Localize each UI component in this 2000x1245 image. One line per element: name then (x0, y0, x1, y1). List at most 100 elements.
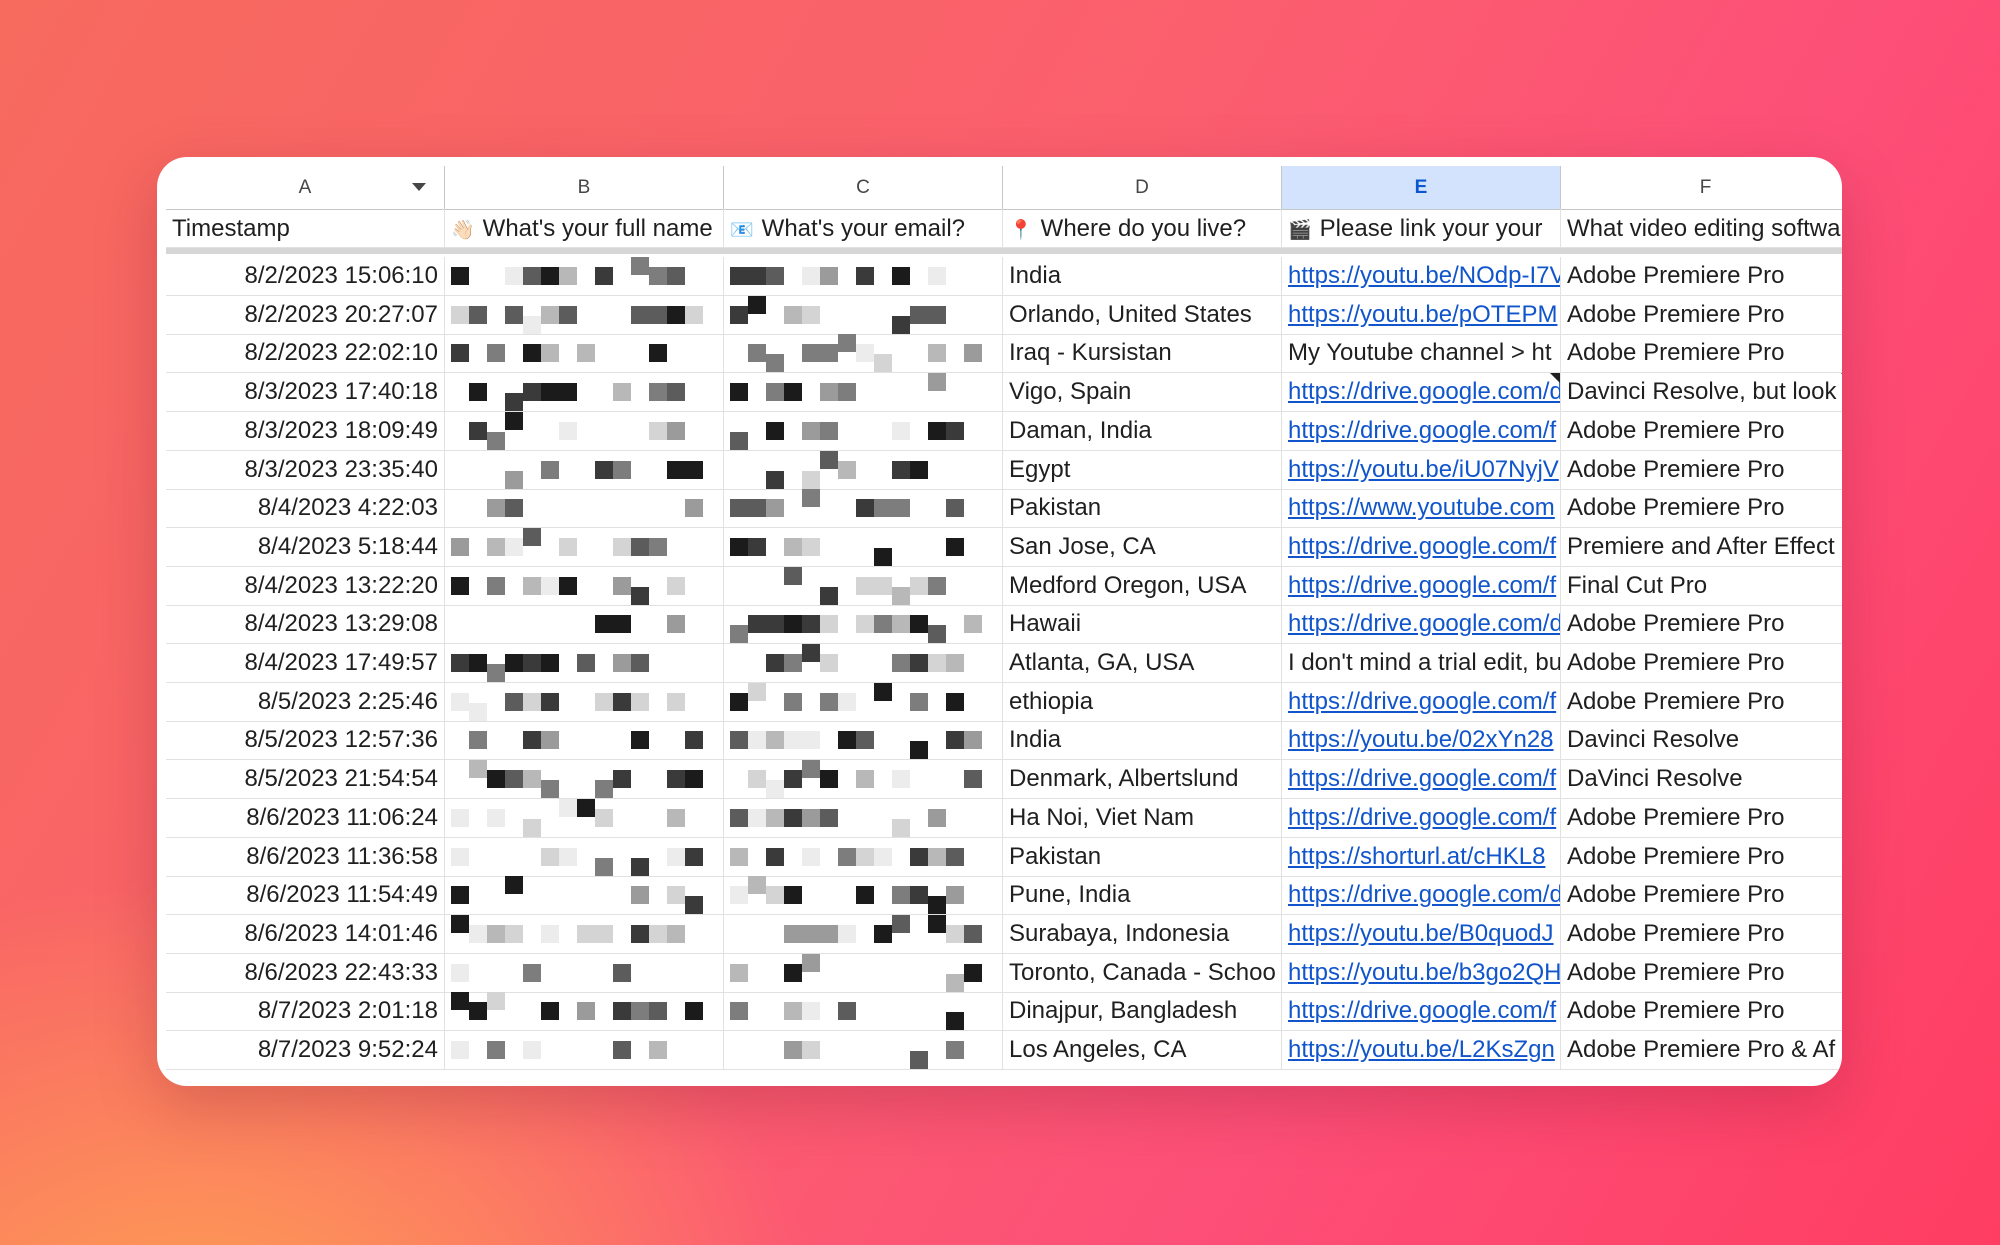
email-cell-redacted[interactable] (724, 527, 1003, 567)
video-link[interactable]: https://youtu.be/B0quodJ (1282, 914, 1561, 954)
header-cell-b[interactable]: 👋🏻 What's your full name (445, 209, 724, 248)
video-link[interactable]: https://youtu.be/b3go2QH (1282, 953, 1561, 993)
email-cell-redacted[interactable] (724, 257, 1003, 296)
location-cell[interactable]: Pune, India (1003, 876, 1282, 916)
email-cell-redacted[interactable] (724, 721, 1003, 761)
video-link[interactable]: https://drive.google.com/d (1282, 605, 1561, 645)
email-cell-redacted[interactable] (724, 605, 1003, 645)
location-cell[interactable]: Hawaii (1003, 605, 1282, 645)
location-cell[interactable]: Daman, India (1003, 411, 1282, 451)
name-cell-redacted[interactable] (445, 373, 724, 413)
filter-dropdown-icon[interactable] (412, 183, 426, 191)
location-cell[interactable]: Pakistan (1003, 489, 1282, 529)
email-cell-redacted[interactable] (724, 1031, 1003, 1070)
name-cell-redacted[interactable] (445, 760, 724, 800)
location-cell[interactable]: India (1003, 257, 1282, 296)
software-cell[interactable]: Adobe Premiere Pro (1561, 257, 1842, 296)
timestamp-cell[interactable]: 8/4/2023 17:49:57 (166, 644, 445, 683)
location-cell[interactable]: Ha Noi, Viet Nam (1003, 798, 1282, 838)
name-cell-redacted[interactable] (445, 411, 724, 451)
header-cell-a[interactable]: Timestamp (166, 209, 445, 248)
name-cell-redacted[interactable] (445, 914, 724, 954)
timestamp-cell[interactable]: 8/2/2023 22:02:10 (166, 334, 445, 374)
frozen-row-divider[interactable] (166, 248, 1842, 254)
software-cell[interactable]: Adobe Premiere Pro & Af (1561, 1031, 1842, 1070)
location-cell[interactable]: Orlando, United States (1003, 295, 1282, 335)
timestamp-cell[interactable]: 8/6/2023 11:54:49 (166, 876, 445, 916)
timestamp-cell[interactable]: 8/4/2023 4:22:03 (166, 489, 445, 529)
column-letter-a[interactable]: A (166, 166, 445, 209)
video-link[interactable]: https://drive.google.com/f (1282, 682, 1561, 722)
column-letter-e[interactable]: E (1282, 166, 1561, 209)
video-link[interactable]: https://www.youtube.com (1282, 489, 1561, 529)
email-cell-redacted[interactable] (724, 760, 1003, 800)
timestamp-cell[interactable]: 8/4/2023 5:18:44 (166, 527, 445, 567)
email-cell-redacted[interactable] (724, 914, 1003, 954)
timestamp-cell[interactable]: 8/6/2023 11:06:24 (166, 798, 445, 838)
video-link[interactable]: https://youtu.be/iU07NyjV (1282, 450, 1561, 490)
location-cell[interactable]: Egypt (1003, 450, 1282, 490)
location-cell[interactable]: India (1003, 721, 1282, 761)
software-cell[interactable]: Premiere and After Effect (1561, 528, 1842, 567)
email-cell-redacted[interactable] (724, 373, 1003, 413)
timestamp-cell[interactable]: 8/3/2023 23:35:40 (166, 450, 445, 490)
location-cell[interactable]: Toronto, Canada - Schoo (1003, 953, 1282, 993)
name-cell-redacted[interactable] (445, 682, 724, 722)
email-cell-redacted[interactable] (724, 992, 1003, 1032)
video-link[interactable]: https://shorturl.at/cHKL8 (1282, 837, 1561, 877)
email-cell-redacted[interactable] (724, 953, 1003, 993)
email-cell-redacted[interactable] (724, 682, 1003, 722)
name-cell-redacted[interactable] (445, 876, 724, 916)
software-cell[interactable]: DaVinci Resolve (1561, 760, 1842, 800)
software-cell[interactable]: Davinci Resolve (1561, 721, 1842, 761)
name-cell-redacted[interactable] (445, 450, 724, 490)
name-cell-redacted[interactable] (445, 1031, 724, 1070)
video-link[interactable]: https://drive.google.com/f (1282, 992, 1561, 1032)
software-cell[interactable]: Adobe Premiere Pro (1561, 799, 1842, 838)
email-cell-redacted[interactable] (724, 837, 1003, 877)
comment-indicator-icon[interactable] (1550, 373, 1560, 384)
video-link[interactable]: https://drive.google.com/f (1282, 411, 1561, 451)
video-link[interactable]: https://drive.google.com/f (1282, 798, 1561, 838)
column-letter-b[interactable]: B (445, 166, 724, 209)
location-cell[interactable]: Pakistan (1003, 837, 1282, 877)
location-cell[interactable]: Los Angeles, CA (1003, 1031, 1282, 1070)
software-cell[interactable]: Adobe Premiere Pro (1561, 451, 1842, 490)
video-link[interactable]: https://drive.google.com/f (1282, 566, 1561, 606)
name-cell-redacted[interactable] (445, 566, 724, 606)
video-link[interactable]: https://youtu.be/02xYn28 (1282, 721, 1561, 761)
portfolio-text-cell[interactable]: My Youtube channel > ht (1282, 334, 1561, 374)
location-cell[interactable]: Atlanta, GA, USA (1003, 644, 1282, 683)
video-link[interactable]: https://youtu.be/NOdp-I7V (1282, 257, 1561, 296)
timestamp-cell[interactable]: 8/3/2023 18:09:49 (166, 411, 445, 451)
header-cell-d[interactable]: 📍 Where do you live? (1003, 209, 1282, 248)
location-cell[interactable]: ethiopia (1003, 682, 1282, 722)
timestamp-cell[interactable]: 8/7/2023 9:52:24 (166, 1031, 445, 1070)
video-link[interactable]: https://youtu.be/pOTEPM (1282, 295, 1561, 335)
timestamp-cell[interactable]: 8/7/2023 2:01:18 (166, 992, 445, 1032)
header-cell-f[interactable]: What video editing softwa (1561, 209, 1842, 248)
name-cell-redacted[interactable] (445, 992, 724, 1032)
software-cell[interactable]: Adobe Premiere Pro (1561, 296, 1842, 335)
email-cell-redacted[interactable] (724, 450, 1003, 490)
location-cell[interactable]: Medford Oregon, USA (1003, 566, 1282, 606)
software-cell[interactable]: Adobe Premiere Pro (1561, 954, 1842, 993)
timestamp-cell[interactable]: 8/6/2023 14:01:46 (166, 914, 445, 954)
software-cell[interactable]: Adobe Premiere Pro (1561, 683, 1842, 722)
software-cell[interactable]: Adobe Premiere Pro (1561, 489, 1842, 529)
header-cell-e[interactable]: 🎬 Please link your your (1282, 209, 1561, 248)
timestamp-cell[interactable]: 8/5/2023 2:25:46 (166, 682, 445, 722)
email-cell-redacted[interactable] (724, 798, 1003, 838)
column-letter-f[interactable]: F (1561, 166, 1842, 209)
timestamp-cell[interactable]: 8/6/2023 11:36:58 (166, 837, 445, 877)
email-cell-redacted[interactable] (724, 566, 1003, 606)
email-cell-redacted[interactable] (724, 411, 1003, 451)
name-cell-redacted[interactable] (445, 489, 724, 529)
email-cell-redacted[interactable] (724, 295, 1003, 335)
software-cell[interactable]: Adobe Premiere Pro (1561, 605, 1842, 645)
timestamp-cell[interactable]: 8/3/2023 17:40:18 (166, 373, 445, 413)
location-cell[interactable]: Vigo, Spain (1003, 373, 1282, 413)
email-cell-redacted[interactable] (724, 644, 1003, 683)
name-cell-redacted[interactable] (445, 798, 724, 838)
comment-indicator-icon[interactable] (1841, 373, 1842, 384)
